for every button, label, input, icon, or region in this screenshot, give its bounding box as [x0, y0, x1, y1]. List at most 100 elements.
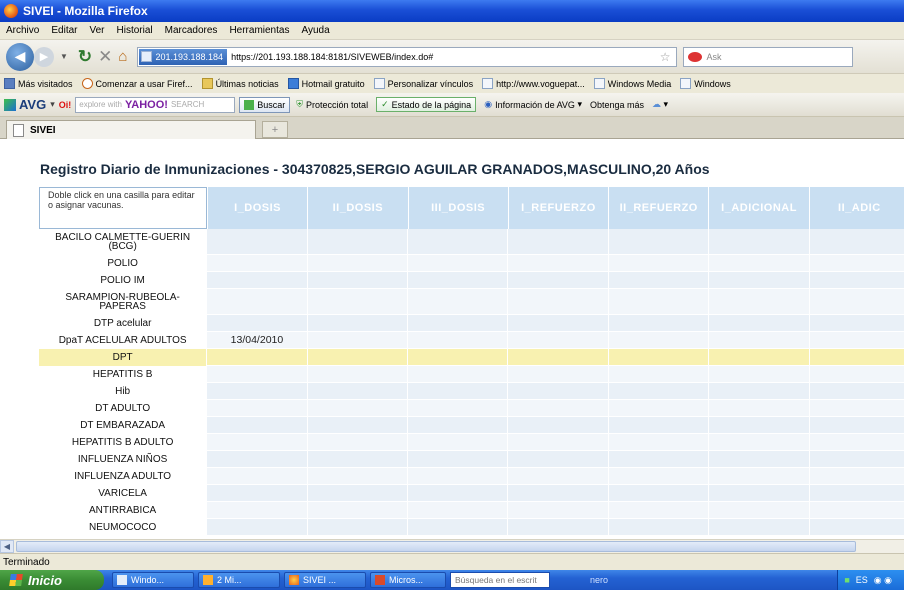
menu-marcadores[interactable]: Marcadores: [165, 25, 218, 36]
weather-button[interactable]: ☁ ▾: [652, 99, 668, 110]
dose-cell[interactable]: [708, 485, 809, 502]
dose-cell[interactable]: [306, 349, 408, 366]
dose-cell[interactable]: [808, 366, 904, 383]
dose-cell[interactable]: [607, 366, 709, 383]
dose-cell[interactable]: [507, 349, 608, 366]
dose-cell[interactable]: [607, 485, 709, 502]
dose-cell[interactable]: [206, 502, 307, 519]
dose-cell[interactable]: [306, 272, 408, 289]
table-row[interactable]: DT ADULTO: [39, 400, 904, 417]
taskbar-item-sivei[interactable]: SIVEI ...: [284, 572, 366, 588]
dose-cell[interactable]: [808, 255, 904, 272]
scrollbar-thumb[interactable]: [16, 541, 856, 552]
bookmark-item[interactable]: Comenzar a usar Firef...: [81, 78, 193, 89]
dose-cell[interactable]: [808, 400, 904, 417]
dose-cell[interactable]: [306, 519, 408, 536]
dose-cell[interactable]: [507, 289, 608, 315]
dose-cell[interactable]: [708, 434, 809, 451]
url-text[interactable]: https://201.193.188.184:8181/SIVEWEB/ind…: [231, 52, 433, 62]
dose-cell[interactable]: 13/04/2010: [206, 332, 307, 349]
dose-cell[interactable]: [206, 451, 307, 468]
dose-cell[interactable]: [407, 349, 508, 366]
dose-cell[interactable]: [407, 383, 508, 400]
chevron-down-icon[interactable]: ▾: [50, 99, 55, 110]
dose-cell[interactable]: [306, 289, 408, 315]
table-row[interactable]: DPT: [39, 349, 904, 366]
dose-cell[interactable]: [507, 451, 608, 468]
dose-cell[interactable]: [507, 502, 608, 519]
dose-cell[interactable]: [607, 315, 709, 332]
dose-cell[interactable]: [507, 434, 608, 451]
tray-icons[interactable]: ◉ ◉: [874, 575, 892, 586]
table-row[interactable]: BACILO CALMETTE-GUERIN (BCG): [39, 229, 904, 255]
dose-cell[interactable]: [708, 417, 809, 434]
dose-cell[interactable]: [507, 229, 608, 255]
dose-cell[interactable]: [808, 332, 904, 349]
dose-cell[interactable]: [407, 366, 508, 383]
dose-cell[interactable]: [206, 468, 307, 485]
table-row[interactable]: POLIO: [39, 255, 904, 272]
proteccion-total-button[interactable]: ⛨ Protección total: [296, 99, 368, 110]
dose-cell[interactable]: [808, 451, 904, 468]
menu-editar[interactable]: Editar: [51, 25, 77, 36]
history-dropdown-icon[interactable]: ▼: [60, 52, 68, 61]
buscar-button[interactable]: Buscar: [239, 96, 291, 113]
menu-herramientas[interactable]: Herramientas: [229, 25, 289, 36]
dose-cell[interactable]: [407, 485, 508, 502]
dose-cell[interactable]: [607, 417, 709, 434]
dose-cell[interactable]: [607, 289, 709, 315]
dose-cell[interactable]: [808, 272, 904, 289]
dose-cell[interactable]: [306, 255, 408, 272]
dose-cell[interactable]: [507, 255, 608, 272]
dose-cell[interactable]: [808, 229, 904, 255]
dose-cell[interactable]: [708, 315, 809, 332]
yahoo-search-input[interactable]: explore with YAHOO! SEARCH: [75, 96, 236, 113]
back-button[interactable]: ◀: [6, 42, 34, 71]
column-header[interactable]: I_REFUERZO: [507, 187, 609, 229]
table-row[interactable]: ANTIRRABICA: [39, 502, 904, 519]
dose-cell[interactable]: [507, 400, 608, 417]
menu-historial[interactable]: Historial: [117, 25, 153, 36]
bookmark-item[interactable]: Personalizar vínculos: [373, 78, 473, 89]
dose-cell[interactable]: [507, 366, 608, 383]
language-indicator[interactable]: ES: [856, 575, 868, 585]
dose-cell[interactable]: [708, 332, 809, 349]
bookmark-star-icon[interactable]: ☆: [660, 50, 671, 64]
dose-cell[interactable]: [206, 315, 307, 332]
table-row[interactable]: HEPATITIS B ADULTO: [39, 434, 904, 451]
dose-cell[interactable]: [607, 519, 709, 536]
dose-cell[interactable]: [407, 229, 508, 255]
dose-cell[interactable]: [407, 434, 508, 451]
dose-cell[interactable]: [206, 289, 307, 315]
dose-cell[interactable]: [206, 255, 307, 272]
dose-cell[interactable]: [808, 485, 904, 502]
dose-cell[interactable]: [206, 434, 307, 451]
table-row[interactable]: SARAMPION-RUBEOLA- PAPERAS: [39, 289, 904, 315]
column-header[interactable]: II_ADIC: [808, 187, 904, 229]
dose-cell[interactable]: [808, 468, 904, 485]
dose-cell[interactable]: [708, 400, 809, 417]
dose-cell[interactable]: [407, 272, 508, 289]
table-row[interactable]: NEUMOCOCO: [39, 519, 904, 536]
dose-cell[interactable]: [708, 451, 809, 468]
dose-cell[interactable]: [206, 272, 307, 289]
dose-cell[interactable]: [607, 349, 709, 366]
dose-cell[interactable]: [607, 502, 709, 519]
dose-cell[interactable]: [808, 315, 904, 332]
column-header[interactable]: I_ADICIONAL: [708, 187, 809, 229]
table-row[interactable]: POLIO IM: [39, 272, 904, 289]
dose-cell[interactable]: [507, 468, 608, 485]
dose-cell[interactable]: [607, 468, 709, 485]
dose-cell[interactable]: [306, 315, 408, 332]
dose-cell[interactable]: [407, 451, 508, 468]
dose-cell[interactable]: [507, 383, 608, 400]
dose-cell[interactable]: [306, 366, 408, 383]
network-icon[interactable]: ■: [844, 575, 849, 585]
dose-cell[interactable]: [306, 502, 408, 519]
bookmark-item[interactable]: Windows Media: [593, 78, 671, 89]
column-header[interactable]: I_DOSIS: [206, 187, 308, 229]
dose-cell[interactable]: [306, 332, 408, 349]
dose-cell[interactable]: [607, 272, 709, 289]
new-tab-button[interactable]: +: [262, 121, 288, 138]
dose-cell[interactable]: [708, 229, 809, 255]
